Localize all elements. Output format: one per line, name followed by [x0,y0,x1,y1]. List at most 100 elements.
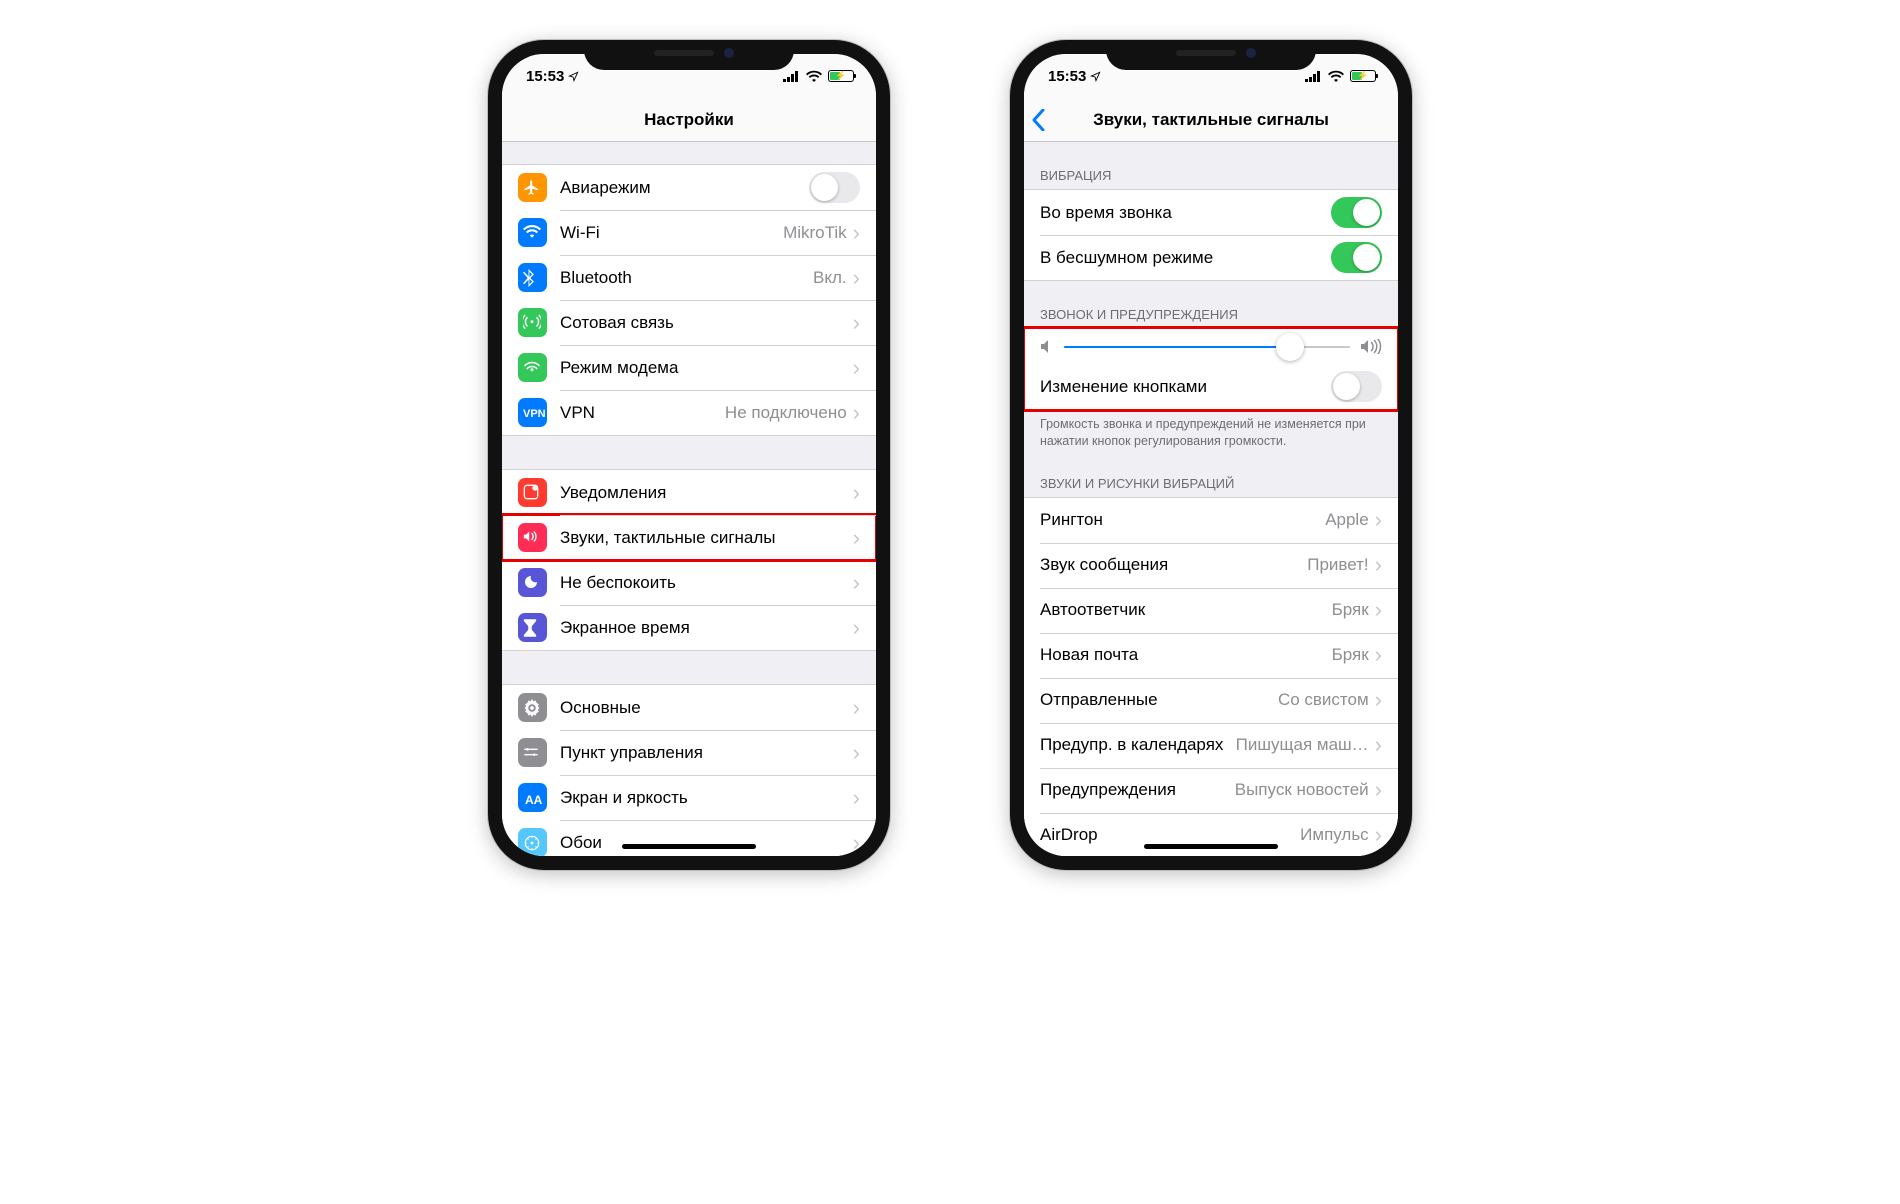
location-icon [568,71,579,82]
row-label: Предупреждения [1040,780,1235,800]
chevron-right-icon: › [1375,554,1382,576]
svg-text:AA: AA [525,793,543,807]
chevron-right-icon: › [853,697,860,719]
row-value: Вкл. [813,268,847,288]
cellular-icon [783,71,800,82]
row-label: Пункт управления [560,743,853,763]
settings-row[interactable]: РингтонApple› [1024,498,1398,543]
dnd-icon [518,568,547,597]
screentime-icon [518,613,547,642]
battery-icon: ⚡ [1350,70,1376,82]
ringer-volume-row[interactable] [1024,329,1398,364]
hotspot-icon [518,353,547,382]
location-icon [1090,71,1101,82]
settings-row[interactable]: Звук сообщенияПривет!› [1024,543,1398,588]
row-label: Основные [560,698,853,718]
settings-row[interactable]: Основные› [502,685,876,730]
settings-row[interactable]: В бесшумном режиме [1024,235,1398,280]
toggle-switch[interactable] [1331,371,1382,402]
wifi-icon [806,70,822,82]
row-label: Wi-Fi [560,223,783,243]
row-value: Привет! [1307,555,1368,575]
settings-row[interactable]: Уведомления› [502,470,876,515]
back-button[interactable] [1032,98,1045,141]
row-label: Экранное время [560,618,853,638]
row-label: Звуки, тактильные сигналы [560,528,853,548]
settings-row[interactable]: AirDropИмпульс › [1024,813,1398,856]
settings-row[interactable]: VPNVPNНе подключено› [502,390,876,435]
row-value: Выпуск новостей [1235,780,1369,800]
phone-sounds: 15:53 ⚡ Звуки, тактильные сигналы ВИБРАЦ… [1010,40,1412,870]
wallpaper-icon [518,828,547,856]
section-header-patterns: ЗВУКИ И РИСУНКИ ВИБРАЦИЙ [1024,450,1398,497]
settings-row[interactable]: Не беспокоить› [502,560,876,605]
chevron-right-icon: › [853,572,860,594]
change-with-buttons-row[interactable]: Изменение кнопками [1024,364,1398,409]
row-label: Авиарежим [560,178,809,198]
group-vibration: Во время звонка В бесшумном режиме [1024,189,1398,281]
chevron-right-icon: › [1375,644,1382,666]
row-value: Бряк [1332,645,1369,665]
row-label: Не беспокоить [560,573,853,593]
chevron-right-icon: › [853,617,860,639]
settings-row[interactable]: Звуки, тактильные сигналы› [502,515,876,560]
bluetooth-icon [518,263,547,292]
chevron-left-icon [1032,109,1045,131]
notch [584,40,794,70]
row-label: Bluetooth [560,268,813,288]
nav-title: Настройки [502,98,876,142]
row-value: Не подключено [725,403,847,423]
settings-row[interactable]: Wi-FiMikroTik› [502,210,876,255]
row-label: Сотовая связь [560,313,853,333]
settings-row[interactable]: AAЭкран и яркость› [502,775,876,820]
row-label: Во время звонка [1040,203,1331,223]
settings-row[interactable]: Пункт управления› [502,730,876,775]
chevron-right-icon: › [853,832,860,854]
row-label: Рингтон [1040,510,1325,530]
airplane-icon [518,173,547,202]
home-indicator[interactable] [622,844,756,849]
settings-row[interactable]: Авиарежим [502,165,876,210]
group-general: Основные›Пункт управления›AAЭкран и ярко… [502,684,876,856]
status-time: 15:53 [1048,68,1086,85]
row-label: Изменение кнопками [1040,377,1331,397]
vpn-icon: VPN [518,398,547,427]
row-label: AirDrop [1040,825,1300,845]
settings-row[interactable]: Предупр. в календаряхПишущая маш…› [1024,723,1398,768]
row-label: Отправленные [1040,690,1278,710]
chevron-right-icon: › [853,527,860,549]
settings-row[interactable]: Новая почтаБряк › [1024,633,1398,678]
settings-row[interactable]: Обои› [502,820,876,856]
chevron-right-icon: › [853,742,860,764]
wifi-icon [1328,70,1344,82]
settings-row[interactable]: Сотовая связь› [502,300,876,345]
row-label: Новая почта [1040,645,1332,665]
row-value: Импульс [1300,825,1369,845]
settings-row[interactable]: Во время звонка [1024,190,1398,235]
chevron-right-icon: › [853,267,860,289]
status-time: 15:53 [526,68,564,85]
settings-row[interactable]: Экранное время› [502,605,876,650]
toggle-switch[interactable] [1331,197,1382,228]
row-label: Обои [560,833,853,853]
group-notifications: Уведомления›Звуки, тактильные сигналы›Не… [502,469,876,651]
chevron-right-icon: › [853,222,860,244]
ringer-volume-slider[interactable] [1064,346,1350,348]
toggle-switch[interactable] [809,172,860,203]
group-network: АвиарежимWi-FiMikroTik›BluetoothВкл.›Сот… [502,164,876,436]
chevron-right-icon: › [853,312,860,334]
settings-row[interactable]: BluetoothВкл. › [502,255,876,300]
chevron-right-icon: › [1375,824,1382,846]
group-sound-patterns: РингтонApple›Звук сообщенияПривет!›Автоо… [1024,497,1398,856]
toggle-switch[interactable] [1331,242,1382,273]
settings-row[interactable]: ОтправленныеСо свистом› [1024,678,1398,723]
row-value: Apple [1325,510,1368,530]
control-icon [518,738,547,767]
settings-row[interactable]: Режим модема› [502,345,876,390]
row-value: Пишущая маш… [1236,735,1369,755]
settings-row[interactable]: АвтоответчикБряк› [1024,588,1398,633]
nav-title: Звуки, тактильные сигналы [1024,98,1398,142]
settings-row[interactable]: ПредупрежденияВыпуск новостей› [1024,768,1398,813]
home-indicator[interactable] [1144,844,1278,849]
cellular-icon [1305,71,1322,82]
